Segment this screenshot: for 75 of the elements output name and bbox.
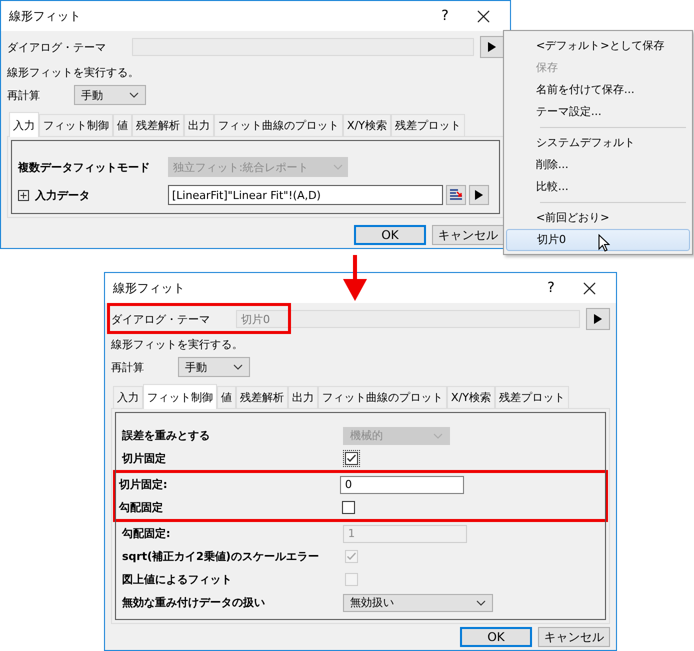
tab[interactable]: 入力 [9,112,39,137]
tab[interactable]: X/Y検索 [343,114,391,136]
menu-item[interactable]: <デフォルト>として保存 [506,35,690,57]
chevron-icon [476,600,486,606]
recalc-dropdown[interactable]: 手動 [178,357,250,377]
cancel-button[interactable]: キャンセル [432,225,504,245]
play-icon [475,190,483,200]
tab[interactable]: 残差解析 [132,114,184,136]
expand-icon[interactable] [18,190,29,200]
cursor-icon [598,234,610,252]
dropdown[interactable]: 無効扱い [343,594,493,612]
checkbox[interactable] [342,501,355,514]
description-text: 線形フィットを実行する。 [111,337,244,352]
field-label: sqrt(補正カイ2乗値)のスケールエラー [122,549,320,564]
ok-button[interactable]: OK [354,225,426,245]
tab[interactable]: フィット制御 [39,114,113,136]
cancel-button[interactable]: キャンセル [538,627,610,647]
help-button[interactable]: ? [425,8,465,24]
field-label: 誤差を重みとする [122,428,211,443]
tab[interactable]: 出力 [184,114,214,136]
theme-label: ダイアログ・テーマ [111,312,211,326]
tab[interactable]: 出力 [288,386,318,408]
tab[interactable]: 値 [217,386,236,408]
field-label: 無効な重み付けデータの扱い [122,595,266,610]
window-title: 線形フィット [9,8,82,24]
ok-button[interactable]: OK [460,627,532,647]
chevron-icon [333,164,343,170]
recalc-label: 再計算 [7,88,41,102]
menu-item[interactable]: システムデフォルト [506,132,690,154]
tab[interactable]: 残差プロット [390,114,465,136]
select-data-button[interactable] [446,185,466,205]
menu-item[interactable]: テーマ設定... [506,101,690,123]
chevron-icon [233,364,243,370]
play-icon [488,42,496,52]
tab[interactable]: 残差プロット [494,386,569,408]
field-label: 図上値によるフィット [122,572,233,587]
theme-field[interactable] [132,38,474,56]
arrow-drawing [343,255,367,301]
play-icon [594,314,602,324]
theme-menu-button[interactable] [480,36,504,58]
field-label: 入力データ [35,188,90,202]
data-menu-button[interactable] [469,185,489,205]
tab[interactable]: X/Y検索 [447,386,495,408]
menu-item[interactable]: <前回どおり> [506,207,690,229]
field-label: 切片固定: [119,477,168,492]
table-select-icon [449,188,463,202]
menu-item[interactable]: 削除... [506,154,690,176]
recalc-dropdown[interactable]: 手動 [74,85,146,105]
theme-field[interactable]: 切片0 [236,310,580,328]
checkbox[interactable] [345,452,358,465]
tab[interactable]: フィット曲線のプロット [214,114,343,136]
tab[interactable]: 値 [113,114,132,136]
tab[interactable]: フィット曲線のプロット [318,386,447,408]
field-label: 勾配固定: [122,526,172,541]
input-field[interactable]: [LinearFit]"Linear Fit"!(A,D) [168,185,443,205]
tab[interactable]: 残差解析 [236,386,288,408]
chevron-icon [129,92,139,98]
chevron-icon [433,432,443,438]
tab[interactable]: フィット制御 [143,384,217,409]
field-label: 切片固定 [122,451,167,466]
menu-item[interactable]: 切片0 [506,229,690,251]
recalc-label: 再計算 [111,360,145,374]
theme-menu-button[interactable] [586,308,610,330]
menu-item[interactable]: 名前を付けて保存... [506,79,690,101]
menu-item[interactable]: 比較... [506,176,690,198]
close-icon[interactable] [583,282,596,294]
field-label: 勾配固定 [119,500,164,515]
input-field[interactable]: 0 [340,476,464,494]
description-text: 線形フィットを実行する。 [7,65,140,80]
theme-label: ダイアログ・テーマ [7,40,107,54]
tab[interactable]: 入力 [113,386,143,408]
window-title: 線形フィット [113,280,186,296]
field-label: 複数データフィットモード [18,160,151,174]
help-button[interactable]: ? [531,280,571,296]
close-icon[interactable] [477,10,490,22]
